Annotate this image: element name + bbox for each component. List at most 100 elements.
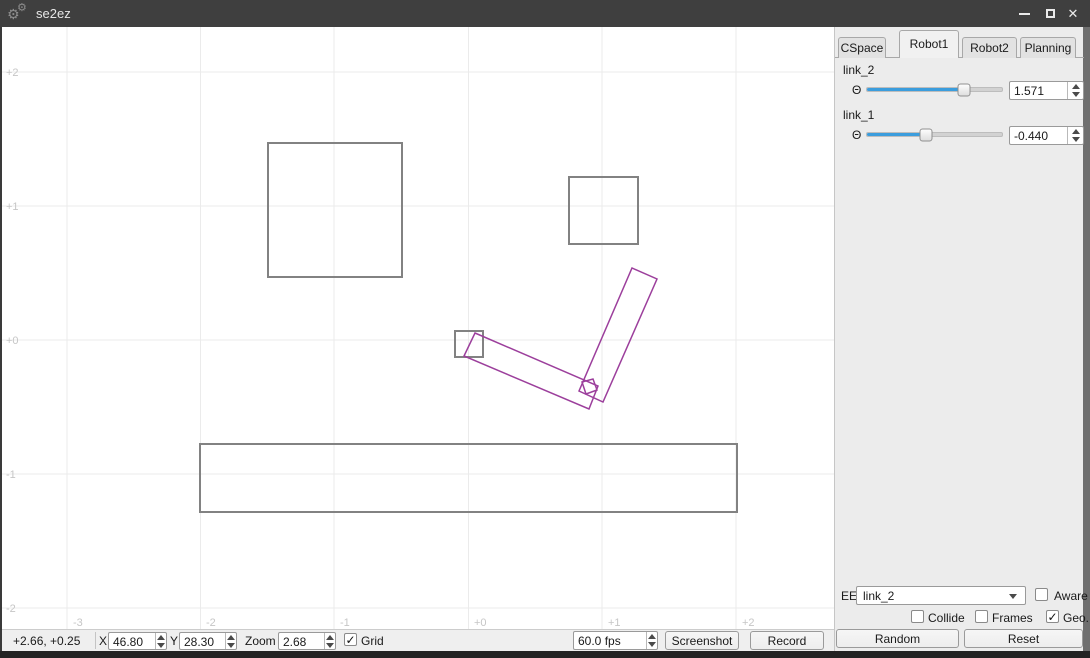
obstacle-square-large — [268, 143, 402, 277]
x-value[interactable]: 46.80 — [109, 633, 155, 649]
spin-up-icon[interactable] — [1068, 82, 1083, 91]
collide-checkbox[interactable] — [911, 610, 924, 623]
y-spinbox[interactable]: 28.30 — [179, 632, 237, 650]
window-title: se2ez — [36, 6, 71, 21]
spinner-arrows — [155, 633, 166, 649]
frames-checkbox[interactable] — [975, 610, 988, 623]
spin-down-icon[interactable] — [1068, 136, 1083, 145]
fps-spinbox[interactable]: 60.0 fps — [573, 631, 658, 650]
fps-value[interactable]: 60.0 fps — [574, 632, 646, 649]
spin-up-icon[interactable] — [156, 633, 166, 641]
spin-down-icon[interactable] — [647, 641, 657, 650]
frames-label: Frames — [992, 611, 1033, 625]
spin-up-icon[interactable] — [226, 633, 236, 641]
link2-theta-slider[interactable] — [866, 87, 1003, 92]
maximize-button[interactable] — [1038, 0, 1062, 27]
random-button[interactable]: Random — [836, 629, 959, 648]
record-button[interactable]: Record — [750, 631, 824, 650]
app-window: ⚙ ⚙ se2ez ✕ — [0, 0, 1090, 658]
spin-down-icon[interactable] — [325, 641, 335, 649]
spin-up-icon[interactable] — [647, 632, 657, 641]
minimize-button[interactable] — [1012, 0, 1036, 27]
slider-fill — [867, 133, 926, 136]
spinner-arrows — [646, 632, 657, 649]
x-tick: +2 — [742, 617, 755, 629]
link1-slider-handle[interactable] — [920, 128, 933, 141]
screenshot-button[interactable]: Screenshot — [665, 631, 739, 650]
tab-planning[interactable]: Planning — [1020, 37, 1076, 58]
separator — [95, 632, 96, 649]
robot-link2-geometry[interactable] — [579, 268, 657, 402]
status-bar: +2.66, +0.25 X 46.80 Y 28.30 Zoom 2.68 — [2, 629, 834, 651]
title-bar[interactable]: ⚙ ⚙ se2ez ✕ — [0, 0, 1090, 27]
link1-theta-value[interactable]: -0.440 — [1010, 127, 1067, 144]
grid-checkbox[interactable]: ✓ — [344, 633, 357, 646]
link2-label: link_2 — [843, 63, 874, 77]
close-button[interactable]: ✕ — [1061, 0, 1085, 27]
theta-symbol: Θ — [852, 83, 861, 97]
y-label: Y — [170, 634, 178, 648]
geo-checkbox[interactable]: ✓ — [1046, 610, 1059, 623]
maximize-icon — [1046, 9, 1055, 18]
link1-theta-spinbox[interactable]: -0.440 — [1009, 126, 1084, 145]
spinner-arrows — [225, 633, 236, 649]
link2-slider-handle[interactable] — [958, 83, 971, 96]
zoom-label: Zoom — [245, 634, 276, 648]
link1-label: link_1 — [843, 108, 874, 122]
y-tick: +2 — [6, 67, 19, 79]
world-canvas[interactable]: +2 +1 +0 -1 -2 -3 -2 -1 +0 +1 +2 — [2, 27, 834, 629]
theta-symbol: Θ — [852, 128, 861, 142]
obstacle-square-small — [569, 177, 638, 244]
x-tick: -3 — [73, 617, 83, 629]
aware-label: Aware — [1054, 589, 1088, 603]
x-tick: +0 — [474, 617, 487, 629]
grid-label: Grid — [361, 634, 384, 648]
x-label: X — [99, 634, 107, 648]
y-value[interactable]: 28.30 — [180, 633, 225, 649]
y-tick: -1 — [6, 469, 16, 481]
spin-up-icon[interactable] — [1068, 127, 1083, 136]
spinner-arrows — [1067, 82, 1083, 99]
y-tick: +1 — [6, 201, 19, 213]
tab-robot2[interactable]: Robot2 — [962, 37, 1017, 58]
tab-cspace[interactable]: CSpace — [838, 37, 886, 58]
spin-up-icon[interactable] — [325, 633, 335, 641]
cursor-coordinates: +2.66, +0.25 — [13, 634, 80, 648]
close-icon: ✕ — [1068, 6, 1079, 22]
window-bottom-border — [0, 651, 1090, 658]
tab-robot1[interactable]: Robot1 — [899, 30, 959, 58]
geo-label: Geo. — [1063, 611, 1089, 625]
y-tick: -2 — [6, 603, 16, 615]
spin-down-icon[interactable] — [226, 641, 236, 649]
spinner-arrows — [324, 633, 335, 649]
window-right-border — [1083, 27, 1090, 651]
slider-fill — [867, 88, 964, 91]
gears-icon: ⚙ ⚙ — [7, 2, 33, 26]
y-axis-labels: +2 +1 +0 -1 -2 — [6, 67, 19, 615]
ee-dropdown[interactable]: link_2 — [856, 586, 1026, 605]
robot-joint-marker — [582, 379, 597, 394]
tab-content-frame — [835, 57, 1084, 651]
zoom-spinbox[interactable]: 2.68 — [278, 632, 336, 650]
control-panel: CSpace Robot1 Robot2 Planning link_2 Θ 1… — [834, 27, 1083, 651]
link2-theta-spinbox[interactable]: 1.571 — [1009, 81, 1084, 100]
robot-link1-geometry[interactable] — [464, 333, 598, 409]
x-spinbox[interactable]: 46.80 — [108, 632, 167, 650]
x-tick: -1 — [340, 617, 350, 629]
zoom-value[interactable]: 2.68 — [279, 633, 324, 649]
reset-button[interactable]: Reset — [964, 629, 1083, 648]
spin-down-icon[interactable] — [156, 641, 166, 649]
x-tick: +1 — [608, 617, 621, 629]
chevron-down-icon — [1009, 594, 1017, 599]
x-tick: -2 — [206, 617, 216, 629]
link2-theta-value[interactable]: 1.571 — [1010, 82, 1067, 99]
collide-label: Collide — [928, 611, 965, 625]
y-tick: +0 — [6, 335, 19, 347]
spin-down-icon[interactable] — [1068, 91, 1083, 100]
x-axis-labels: -3 -2 -1 +0 +1 +2 — [73, 617, 755, 629]
aware-checkbox[interactable] — [1035, 588, 1048, 601]
spinner-arrows — [1067, 127, 1083, 144]
link1-theta-slider[interactable] — [866, 132, 1003, 137]
minimize-icon — [1019, 13, 1030, 15]
ee-label: EE — [841, 589, 857, 603]
